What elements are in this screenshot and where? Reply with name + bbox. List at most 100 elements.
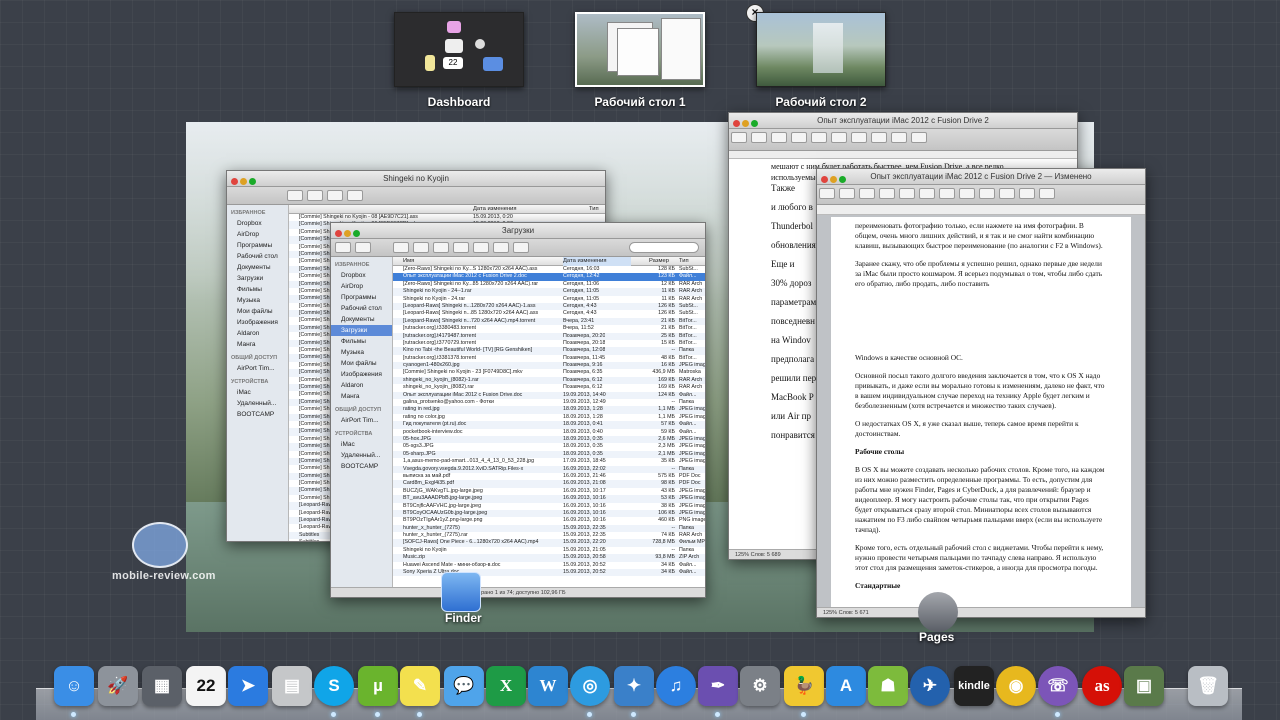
sidebar-item[interactable]: Фильмы	[331, 336, 392, 347]
file-row[interactable]: Sony Xperia Z Ultra.doc 15.09.2013, 20:52…	[393, 569, 705, 577]
zoom-icon[interactable]	[751, 120, 758, 127]
dock-preview-icon[interactable]: ⚙	[740, 666, 780, 706]
dock-messages-icon[interactable]: 💬	[444, 666, 484, 706]
zoom-icon[interactable]	[353, 230, 360, 237]
sidebar-item[interactable]: Музыка	[331, 347, 392, 358]
toolbar-button[interactable]	[871, 132, 887, 143]
file-row[interactable]: Vsegda.govory.vsegda.9.2012.XviD.SATRip.…	[393, 465, 705, 473]
dock-kindle-icon[interactable]: kindle	[954, 666, 994, 706]
forward-button[interactable]	[355, 242, 371, 253]
file-row[interactable]: 05-sgs3.JPG 18.09.2013, 0:35 2,3 МБ JPEG im…	[393, 443, 705, 450]
file-row[interactable]: 05-hox.JPG 18.09.2013, 0:35 2,6 МБ JPEG ima…	[393, 435, 705, 444]
dock-viber-icon[interactable]: ☏	[1038, 666, 1078, 706]
toolbar-button[interactable]	[891, 132, 907, 143]
dock-mail-airmail-icon[interactable]: ➤	[228, 666, 268, 706]
file-row[interactable]: galina_protsenko@yahoo.com - Фотки 19.09.…	[393, 399, 705, 406]
minimize-icon[interactable]	[344, 230, 351, 237]
dock-app-store-icon[interactable]: A	[826, 666, 866, 706]
file-row[interactable]: rating no color.jpg 18.09.2013, 1:28 1,1 М…	[393, 414, 705, 421]
view-button[interactable]	[307, 190, 323, 201]
dock-word-icon[interactable]: W	[528, 666, 568, 706]
sidebar-item[interactable]: Рабочий стол	[331, 303, 392, 314]
dock-lastfm-icon[interactable]: as	[1082, 666, 1122, 706]
toolbar-button[interactable]	[879, 188, 895, 199]
window-titlebar[interactable]: Shingeki no Kyojin	[227, 171, 605, 187]
file-row[interactable]: 05-sharp.JPG 18.09.2013, 0:35 2,1 МБ JPEG i…	[393, 450, 705, 459]
dock-dashboard-icon[interactable]: ▦	[142, 666, 182, 706]
view-list-button[interactable]	[413, 242, 429, 253]
file-row[interactable]: Гид покупателя (pt.ru).doc 18.09.2013, 0:…	[393, 421, 705, 429]
column-kind[interactable]: Тип	[589, 205, 599, 214]
view-coverflow-button[interactable]	[453, 242, 469, 253]
window-titlebar[interactable]: Загрузки	[331, 223, 705, 239]
toolbar-button[interactable]	[939, 188, 955, 199]
file-row[interactable]: Kino no Tabi -the Beautiful World- [TV] …	[393, 347, 705, 355]
file-row[interactable]: [rutracker.org].t3770729.torrent Позавчер…	[393, 340, 705, 347]
sidebar-item[interactable]: Загрузки	[227, 273, 288, 284]
toolbar-button[interactable]	[959, 188, 975, 199]
sidebar-item[interactable]: Манга	[227, 339, 288, 350]
dock-itunes-icon[interactable]: ♫	[656, 666, 696, 706]
file-row[interactable]: Shingeki no Kyojin 15.09.2013, 21:05 -- Пап…	[393, 547, 705, 554]
sidebar-item[interactable]: Мои файлы	[331, 358, 392, 369]
toolbar-button[interactable]	[899, 188, 915, 199]
column-name[interactable]: Имя	[403, 257, 414, 266]
file-row[interactable]: [Zero-Raws] Shingeki no Ky...85 1280x720…	[393, 281, 705, 288]
view-icons-button[interactable]	[393, 242, 409, 253]
space-desktop-2[interactable]: × Рабочий стол 2	[746, 4, 886, 109]
dock-cyberduck-icon[interactable]: 🦆	[784, 666, 824, 706]
toolbar-button[interactable]	[731, 132, 747, 143]
file-row[interactable]: Huawei Ascend Mate - мини-обзор-в.doc 15.…	[393, 562, 705, 569]
file-row[interactable]: [Leopard-Raws] Shingeki n...1280x720 x26…	[393, 302, 705, 311]
close-icon[interactable]	[335, 230, 342, 237]
sidebar-item[interactable]: AirDrop	[331, 281, 392, 292]
file-row[interactable]: Music.zip 15.09.2013, 20:58 93,8 МБ ZIP Arc…	[393, 554, 705, 562]
sidebar-item[interactable]: Удаленный...	[331, 450, 392, 461]
toolbar-button[interactable]	[919, 188, 935, 199]
pages-app-icon[interactable]	[918, 592, 958, 632]
toolbar-button[interactable]	[979, 188, 995, 199]
toolbar-button[interactable]	[791, 132, 807, 143]
file-row[interactable]: BUCZjG_WAKvgTL.jpg-large.jpeg 16.09.2013,…	[393, 488, 705, 495]
dock-stickies-icon[interactable]: ✎	[400, 666, 440, 706]
sidebar-item[interactable]: Рабочий стол	[227, 251, 288, 262]
sidebar-item[interactable]: Dropbox	[331, 270, 392, 281]
minimize-icon[interactable]	[742, 120, 749, 127]
back-button[interactable]	[287, 190, 303, 201]
file-row[interactable]: [Zero-Raws] Shingeki no Ky...S 1280x720 …	[393, 266, 705, 273]
toolbar-button[interactable]	[839, 188, 855, 199]
toolbar-button[interactable]	[999, 188, 1015, 199]
file-row[interactable]: [SOFCJ-Raws] One Piece - 6...1280x720 x2…	[393, 539, 705, 547]
file-row[interactable]: rating in red.jpg 18.09.2013, 1:28 1,1 МБ J…	[393, 406, 705, 414]
zoom-icon[interactable]	[839, 176, 846, 183]
toolbar-button[interactable]	[831, 132, 847, 143]
file-row[interactable]: [Commie] Shingeki no Kyojin - 23 [F0749D…	[393, 369, 705, 376]
dock-safari-icon[interactable]: ◎	[570, 666, 610, 706]
dock-iphoto-icon[interactable]: ▣	[1124, 666, 1164, 706]
close-icon[interactable]	[733, 120, 740, 127]
dock-calendar-icon[interactable]: 22	[186, 666, 226, 706]
toolbar-button[interactable]	[911, 132, 927, 143]
close-icon[interactable]	[231, 178, 238, 185]
file-row[interactable]: [rutracker.org].t3380483.torrent Вчера, 1…	[393, 325, 705, 332]
file-row[interactable]: BT9CoyOCAAUzG0b.jpg-large.jpeg 16.09.2013…	[393, 509, 705, 518]
sidebar-item[interactable]: Dropbox	[227, 218, 288, 229]
file-row[interactable]: BT_avu3AAADPbB.jpg-large.jpeg 16.09.2013,…	[393, 495, 705, 503]
close-icon[interactable]	[821, 176, 828, 183]
file-row[interactable]: Shingeki no Kyojin - 24--1.rar Сегодня, 1…	[393, 288, 705, 296]
view-columns-button[interactable]	[433, 242, 449, 253]
minimize-icon[interactable]	[240, 178, 247, 185]
document-page-1[interactable]: переименовать фотографию только, если на…	[831, 217, 1131, 329]
zoom-icon[interactable]	[249, 178, 256, 185]
finder-window-front[interactable]: Загрузки ИЗБРАННОЕ Dropbox AirDrop Программ…	[330, 222, 706, 598]
sidebar-item[interactable]: AirDrop	[227, 229, 288, 240]
file-row[interactable]: cyanogen1-480x260.jpg Позавчера, 9:16 16 К…	[393, 362, 705, 370]
minimize-icon[interactable]	[830, 176, 837, 183]
sidebar-item[interactable]: Загрузки	[331, 325, 392, 336]
sidebar-item[interactable]: AirPort Tim...	[227, 363, 288, 374]
file-row[interactable]: 1,a,asus-memo-pad-smart...013_4_4_13_0_5…	[393, 458, 705, 465]
file-row[interactable]: [Commie] Shingeki no Kyojin - 08 [AE9D7C…	[289, 214, 605, 221]
sidebar-item[interactable]: Музыка	[227, 295, 288, 306]
toolbar-button[interactable]	[1039, 188, 1055, 199]
dock-skype-icon[interactable]: S	[314, 666, 354, 706]
